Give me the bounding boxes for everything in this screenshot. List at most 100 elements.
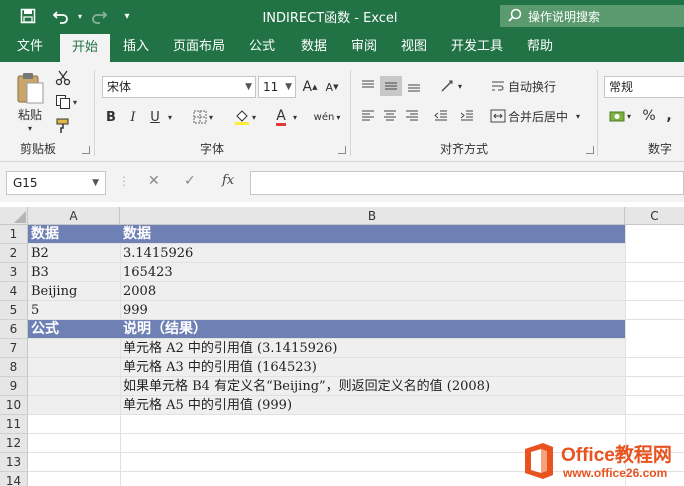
row-header[interactable]: 13 — [0, 453, 28, 472]
enter-icon[interactable]: ✓ — [184, 173, 196, 189]
wrap-text-button[interactable]: 自动换行 — [508, 76, 568, 96]
name-box[interactable]: G15 ▼ — [6, 171, 106, 195]
row-header[interactable]: 7 — [0, 339, 28, 358]
format-painter-icon[interactable] — [52, 116, 74, 136]
insert-function-button[interactable]: fx — [222, 173, 234, 188]
tab-page-layout[interactable]: 页面布局 — [166, 32, 232, 62]
align-center-icon[interactable] — [380, 106, 400, 126]
phonetic-button[interactable]: wén ▾ — [310, 106, 344, 128]
align-right-icon[interactable] — [402, 106, 422, 126]
paste-dropdown-icon[interactable]: ▾ — [20, 122, 40, 134]
search-box[interactable]: 操作说明搜索 — [500, 5, 684, 27]
cell-b3[interactable]: 165423 — [120, 263, 173, 282]
row-header[interactable]: 2 — [0, 244, 28, 263]
select-all-button[interactable] — [0, 207, 28, 225]
wrap-text-icon[interactable] — [488, 76, 508, 96]
orientation-icon[interactable]: ▾ — [434, 76, 468, 96]
paste-label[interactable]: 粘贴 — [12, 106, 48, 122]
formula-input[interactable] — [250, 171, 684, 195]
underline-button[interactable]: U — [146, 106, 164, 128]
cell-b9[interactable]: 如果单元格 B4 有定义名“Beijing”，则返回定义名的值 (2008) — [120, 377, 490, 396]
tab-view[interactable]: 视图 — [392, 32, 436, 62]
cell-a1[interactable]: 数据 — [28, 225, 120, 244]
fill-color-icon[interactable]: ▾ — [230, 106, 260, 128]
redo-icon[interactable] — [88, 6, 110, 26]
cell-b6[interactable]: 说明（结果） — [120, 320, 625, 339]
row-header[interactable]: 8 — [0, 358, 28, 377]
shrink-font-button[interactable]: A ▼ — [322, 76, 342, 98]
cell-b2[interactable]: 3.1415926 — [120, 244, 193, 263]
align-bottom-icon[interactable] — [404, 76, 424, 96]
column-header-b[interactable]: B — [120, 207, 625, 225]
cell-a3[interactable]: B3 — [28, 263, 49, 282]
font-size-select[interactable]: 11 ▼ — [258, 76, 296, 98]
cell-a6[interactable]: 公式 — [28, 320, 120, 339]
border-icon[interactable]: ▾ — [188, 106, 218, 128]
italic-button[interactable]: I — [124, 106, 142, 128]
cell-a5[interactable]: 5 — [28, 301, 39, 320]
number-format-select[interactable]: 常规 — [604, 76, 684, 98]
row-header[interactable]: 10 — [0, 396, 28, 415]
align-middle-icon[interactable] — [380, 76, 402, 96]
tab-formulas[interactable]: 公式 — [240, 32, 284, 62]
row-header[interactable]: 11 — [0, 415, 28, 434]
cell-a4[interactable]: Beijing — [28, 282, 77, 301]
table-row: 单元格 A3 中的引用值 (164523) — [28, 358, 684, 377]
save-icon[interactable] — [16, 6, 40, 26]
font-launcher-icon[interactable] — [338, 146, 346, 154]
cell-b4[interactable]: 2008 — [120, 282, 156, 301]
row-header[interactable]: 3 — [0, 263, 28, 282]
row-header[interactable]: 5 — [0, 301, 28, 320]
watermark-url: www.office26.com — [563, 466, 668, 480]
tab-review[interactable]: 审阅 — [342, 32, 386, 62]
tab-home[interactable]: 开始 — [60, 34, 110, 62]
merge-center-button[interactable]: 合并后居中 — [508, 106, 570, 126]
shrink-font-icon: A — [325, 80, 334, 94]
undo-icon[interactable] — [48, 6, 74, 26]
phonetic-icon: wén — [313, 111, 335, 123]
comma-button[interactable]: , — [662, 106, 676, 126]
cancel-icon[interactable]: ✕ — [148, 173, 160, 189]
paste-icon[interactable] — [10, 68, 50, 108]
percent-button[interactable]: % — [640, 106, 658, 126]
align-left-icon[interactable] — [358, 106, 378, 126]
row-header[interactable]: 14 — [0, 472, 28, 486]
cell-b7[interactable]: 单元格 A2 中的引用值 (3.1415926) — [120, 339, 338, 358]
merge-center-icon[interactable] — [488, 106, 508, 126]
cell-a2[interactable]: B2 — [28, 244, 49, 263]
font-name-select[interactable]: 宋体 ▼ — [102, 76, 256, 98]
customize-icon[interactable]: ▾ — [120, 6, 134, 26]
font-color-dropdown-icon[interactable]: ▾ — [290, 106, 300, 128]
tab-data[interactable]: 数据 — [292, 32, 336, 62]
accounting-format-icon[interactable]: ▾ — [604, 106, 636, 126]
copy-icon[interactable]: ▾ — [52, 92, 80, 112]
increase-indent-icon[interactable] — [456, 106, 478, 126]
tab-developer[interactable]: 开发工具 — [444, 32, 510, 62]
grow-font-button[interactable]: A ▲ — [300, 76, 320, 98]
row-header[interactable]: 4 — [0, 282, 28, 301]
tab-insert[interactable]: 插入 — [114, 32, 158, 62]
clipboard-launcher-icon[interactable] — [82, 146, 90, 154]
column-header-a[interactable]: A — [28, 207, 120, 225]
tab-help[interactable]: 帮助 — [518, 32, 562, 62]
cell-b1[interactable]: 数据 — [120, 225, 625, 244]
cut-icon[interactable] — [52, 68, 74, 88]
undo-dropdown-icon[interactable]: ▾ — [75, 6, 85, 26]
cell-b8[interactable]: 单元格 A3 中的引用值 (164523) — [120, 358, 317, 377]
table-row — [28, 415, 684, 434]
row-header[interactable]: 6 — [0, 320, 28, 339]
tab-file[interactable]: 文件 — [8, 32, 52, 62]
ribbon: 粘贴 ▾ ▾ 剪贴板 宋体 ▼ 11 ▼ A ▲ A ▼ B I U ▾ ▾ ▾ A ▾… — [0, 62, 684, 162]
row-header[interactable]: 9 — [0, 377, 28, 396]
alignment-launcher-icon[interactable] — [586, 146, 594, 154]
merge-dropdown-icon[interactable]: ▾ — [572, 106, 584, 126]
decrease-indent-icon[interactable] — [430, 106, 452, 126]
row-header[interactable]: 1 — [0, 225, 28, 244]
row-header[interactable]: 12 — [0, 434, 28, 453]
cell-b5[interactable]: 999 — [120, 301, 148, 320]
align-top-icon[interactable] — [358, 76, 378, 96]
column-header-c[interactable]: C — [625, 207, 684, 225]
bold-button[interactable]: B — [102, 106, 120, 128]
cell-b10[interactable]: 单元格 A5 中的引用值 (999) — [120, 396, 292, 415]
underline-dropdown-icon[interactable]: ▾ — [164, 106, 176, 128]
